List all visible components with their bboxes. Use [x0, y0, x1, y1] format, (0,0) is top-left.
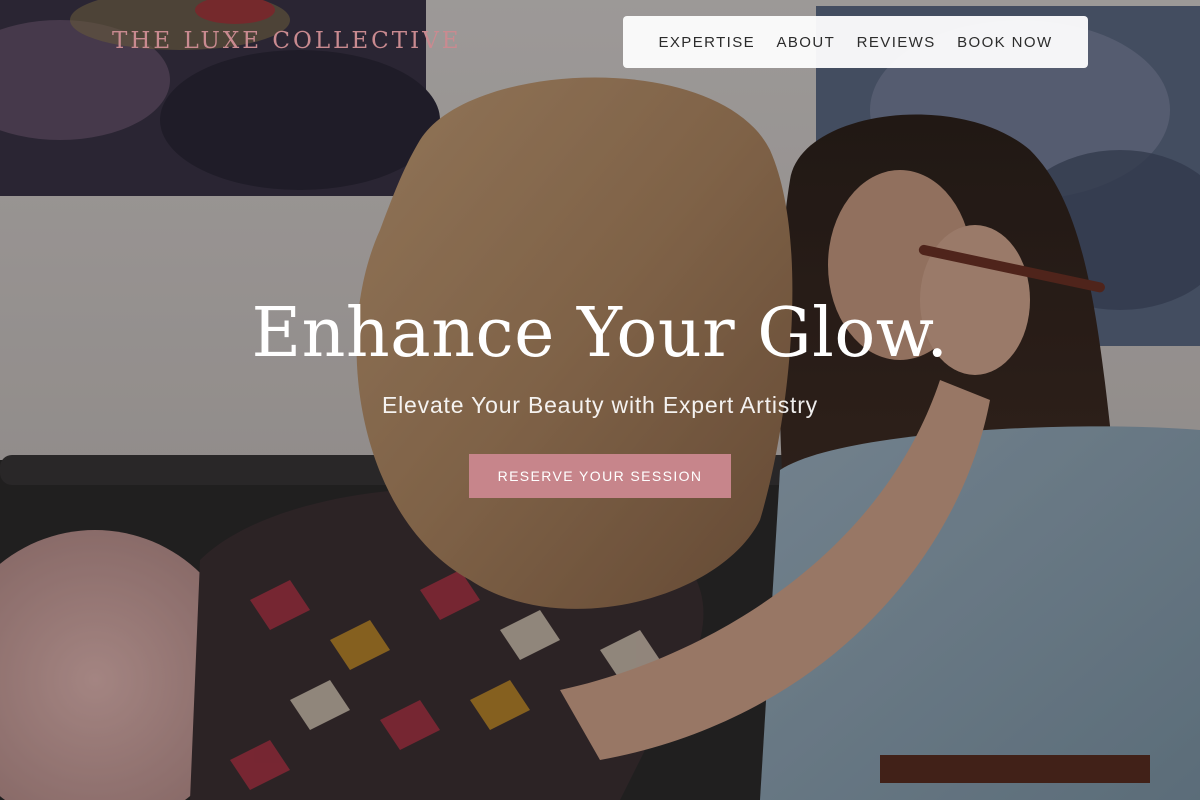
hero-section: THE LUXE COLLECTIVE EXPERTISE ABOUT REVI…: [0, 0, 1200, 800]
hero-subheadline: Elevate Your Beauty with Expert Artistry: [382, 392, 818, 418]
main-navigation: EXPERTISE ABOUT REVIEWS BOOK NOW: [623, 16, 1088, 68]
nav-link-reviews[interactable]: REVIEWS: [857, 34, 936, 51]
nav-link-about[interactable]: ABOUT: [777, 34, 836, 51]
nav-link-expertise[interactable]: EXPERTISE: [658, 34, 755, 51]
nav-link-book-now[interactable]: BOOK NOW: [957, 34, 1052, 51]
hero-headline: Enhance Your Glow.: [251, 294, 949, 373]
brand-logo[interactable]: THE LUXE COLLECTIVE: [112, 28, 462, 54]
reserve-session-button[interactable]: RESERVE YOUR SESSION: [469, 454, 731, 498]
